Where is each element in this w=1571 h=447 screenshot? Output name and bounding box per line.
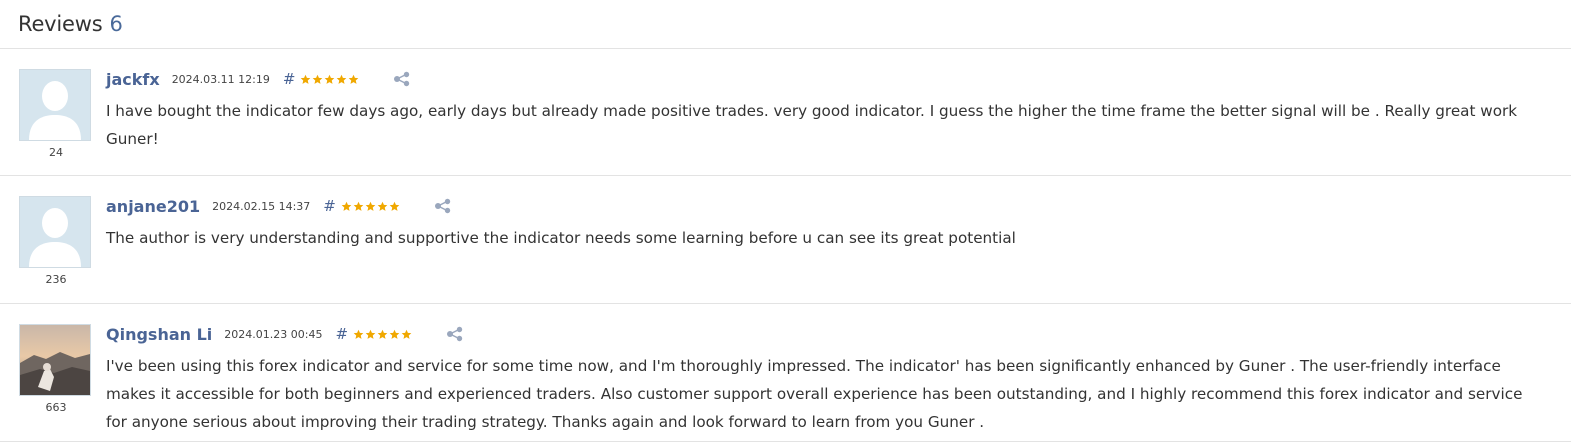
share-icon[interactable] bbox=[446, 326, 464, 342]
star-rating bbox=[353, 329, 413, 340]
default-avatar-icon bbox=[20, 70, 90, 140]
reviews-title: Reviews 6 bbox=[18, 12, 123, 36]
review-permalink[interactable]: # bbox=[283, 70, 296, 88]
star-rating bbox=[341, 201, 401, 212]
review-author[interactable]: Qingshan Li bbox=[106, 325, 212, 344]
user-avatar[interactable] bbox=[19, 196, 91, 268]
user-avatar[interactable] bbox=[19, 69, 91, 141]
review-text: The author is very understanding and sup… bbox=[106, 229, 1016, 247]
star-icon bbox=[377, 201, 388, 211]
star-icon bbox=[313, 74, 323, 84]
review-date: 2024.03.11 12:19 bbox=[171, 72, 270, 86]
star-icon bbox=[301, 74, 311, 84]
review-text: I have bought the indicator few days ago… bbox=[106, 102, 1518, 148]
star-rating bbox=[300, 74, 360, 85]
star-icon bbox=[377, 329, 388, 339]
user-avatar[interactable] bbox=[19, 324, 91, 396]
star-icon bbox=[325, 74, 335, 84]
review-meta: anjane201 2024.02.15 14:37 # bbox=[106, 194, 452, 218]
star-icon bbox=[389, 329, 400, 339]
star-icon bbox=[353, 201, 364, 211]
star-icon bbox=[365, 329, 376, 339]
review-author[interactable]: anjane201 bbox=[106, 197, 200, 216]
review-item: 236 anjane201 2024.02.15 14:37 # The aut… bbox=[0, 176, 1571, 304]
review-date: 2024.02.15 14:37 bbox=[212, 199, 311, 213]
share-icon[interactable] bbox=[434, 198, 452, 214]
review-author[interactable]: jackfx bbox=[106, 70, 160, 89]
reviews-header: Reviews 6 bbox=[0, 0, 1571, 49]
star-icon bbox=[401, 329, 412, 339]
user-rating: 24 bbox=[49, 146, 63, 159]
user-rating: 236 bbox=[45, 273, 67, 286]
review-meta: jackfx 2024.03.11 12:19 # bbox=[106, 67, 411, 91]
review-permalink[interactable]: # bbox=[323, 197, 336, 215]
review-text: I've been using this forex indicator and… bbox=[106, 357, 1523, 431]
star-icon bbox=[349, 74, 359, 84]
review-date: 2024.01.23 00:45 bbox=[224, 327, 323, 341]
photo-avatar-icon bbox=[20, 325, 90, 395]
share-icon[interactable] bbox=[393, 71, 411, 87]
star-icon bbox=[389, 201, 400, 211]
star-icon bbox=[353, 329, 364, 339]
star-icon bbox=[341, 201, 352, 211]
reviews-count: 6 bbox=[109, 12, 123, 36]
review-permalink[interactable]: # bbox=[335, 325, 348, 343]
user-rating: 663 bbox=[45, 401, 67, 414]
star-icon bbox=[365, 201, 376, 211]
review-item: 24 jackfx 2024.03.11 12:19 # I have boug… bbox=[0, 49, 1571, 176]
review-item: 663 Qingshan Li 2024.01.23 00:45 # I've … bbox=[0, 304, 1571, 442]
reviews-title-label: Reviews bbox=[18, 12, 103, 36]
default-avatar-icon bbox=[20, 197, 90, 267]
review-meta: Qingshan Li 2024.01.23 00:45 # bbox=[106, 322, 464, 346]
star-icon bbox=[337, 74, 347, 84]
